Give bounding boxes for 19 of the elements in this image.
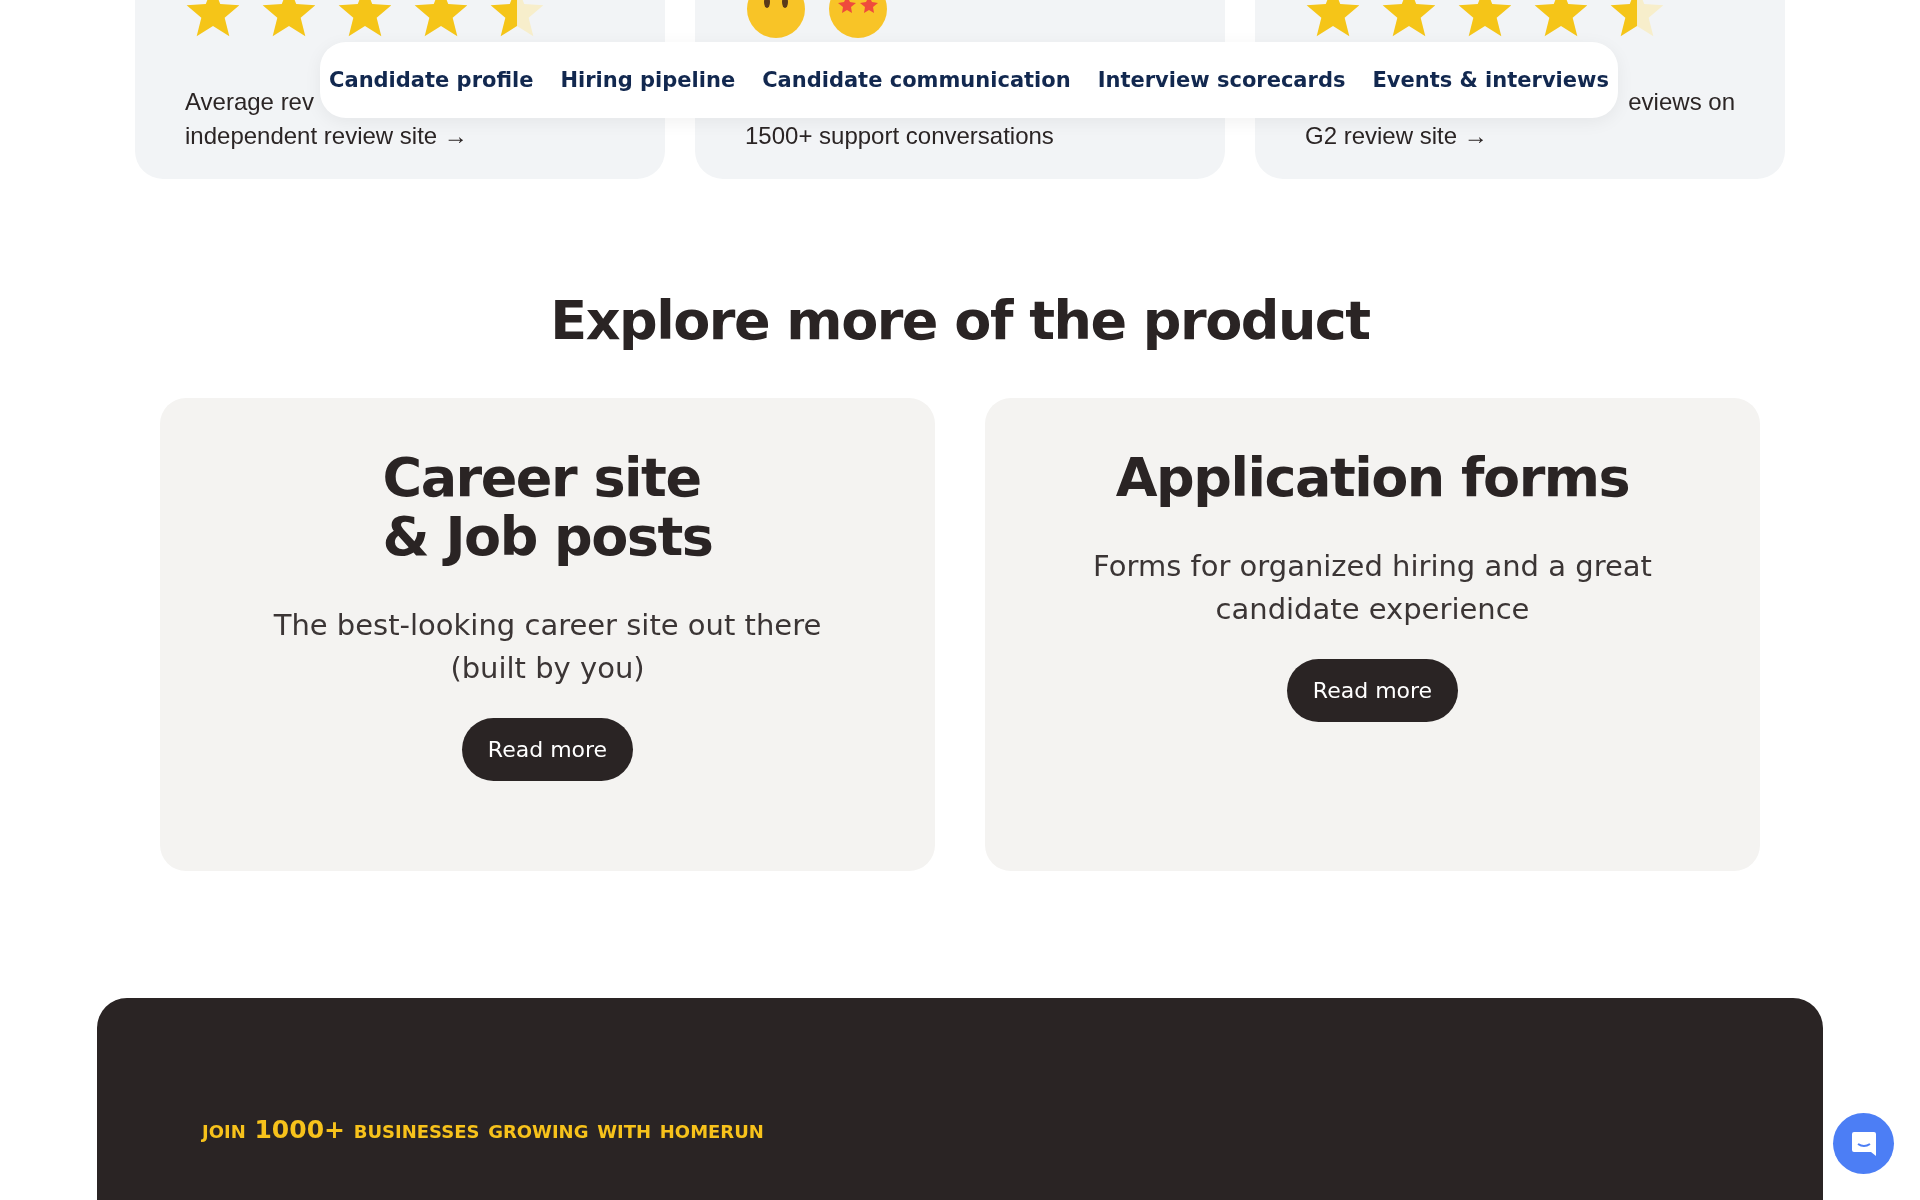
read-more-button[interactable]: Read more (1286, 659, 1459, 722)
nav-link[interactable]: Candidate profile (329, 68, 534, 92)
nav-link[interactable]: Interview scorecards (1097, 68, 1346, 92)
review-link[interactable]: G2 review site → (1305, 122, 1488, 149)
card-description: Forms for organized hiring and a great candidate experience (1093, 548, 1652, 628)
nav-link[interactable]: Events & interviews (1372, 68, 1609, 92)
read-more-button[interactable]: Read more (461, 718, 634, 781)
nav-link[interactable]: Hiring pipeline (560, 68, 736, 92)
nav-link[interactable]: Candidate communication (762, 68, 1071, 92)
chat-button[interactable] (1833, 1113, 1894, 1174)
banner-tagline: join 1000+ businesses growing with homerun (202, 1115, 765, 1144)
section-title: Explore more of the product (549, 289, 1371, 352)
card-title: Career site & Job posts (382, 448, 713, 566)
review-link[interactable]: 1500+ support conversations (745, 122, 1054, 149)
review-link[interactable]: independent review site → (185, 122, 468, 149)
card-title: Application forms (1115, 448, 1630, 507)
review-text: eviews on (1628, 88, 1735, 117)
card-description: The best-looking career site out there (built by you) (273, 607, 822, 687)
review-text: Average rev (185, 88, 314, 117)
